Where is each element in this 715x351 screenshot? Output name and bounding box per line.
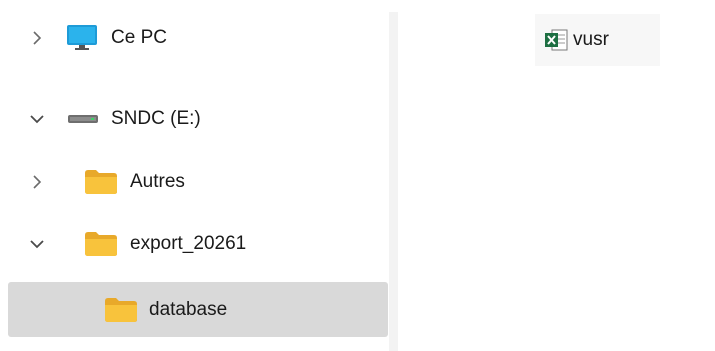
folder-icon <box>105 297 137 322</box>
navigation-pane: Ce PC SNDC (E:) Autres export_20261 data… <box>0 0 390 351</box>
tree-item-export-20261[interactable]: export_20261 <box>8 224 388 264</box>
chevron-down-icon[interactable] <box>28 110 46 128</box>
pane-splitter[interactable] <box>389 12 398 351</box>
monitor-icon <box>67 25 97 50</box>
chevron-down-icon[interactable] <box>28 235 46 253</box>
excel-file-icon <box>545 29 568 51</box>
folder-icon <box>85 170 117 194</box>
file-name: vusr <box>573 29 609 50</box>
chevron-right-icon[interactable] <box>28 29 46 47</box>
tree-item-label: Ce PC <box>111 27 167 48</box>
folder-icon <box>85 232 117 256</box>
tree-item-label: SNDC (E:) <box>111 108 201 129</box>
file-item-vusr[interactable]: vusr <box>535 14 660 66</box>
tree-item-label: Autres <box>130 171 185 192</box>
tree-item-sndc-drive[interactable]: SNDC (E:) <box>8 99 388 139</box>
chevron-right-icon[interactable] <box>28 173 46 191</box>
tree-item-label: export_20261 <box>130 233 247 254</box>
tree-item-label: database <box>149 298 228 320</box>
drive-icon <box>68 115 98 123</box>
tree-item-ce-pc[interactable]: Ce PC <box>8 18 388 58</box>
tree-item-database[interactable]: database <box>8 282 388 337</box>
tree-item-autres[interactable]: Autres <box>8 162 388 202</box>
